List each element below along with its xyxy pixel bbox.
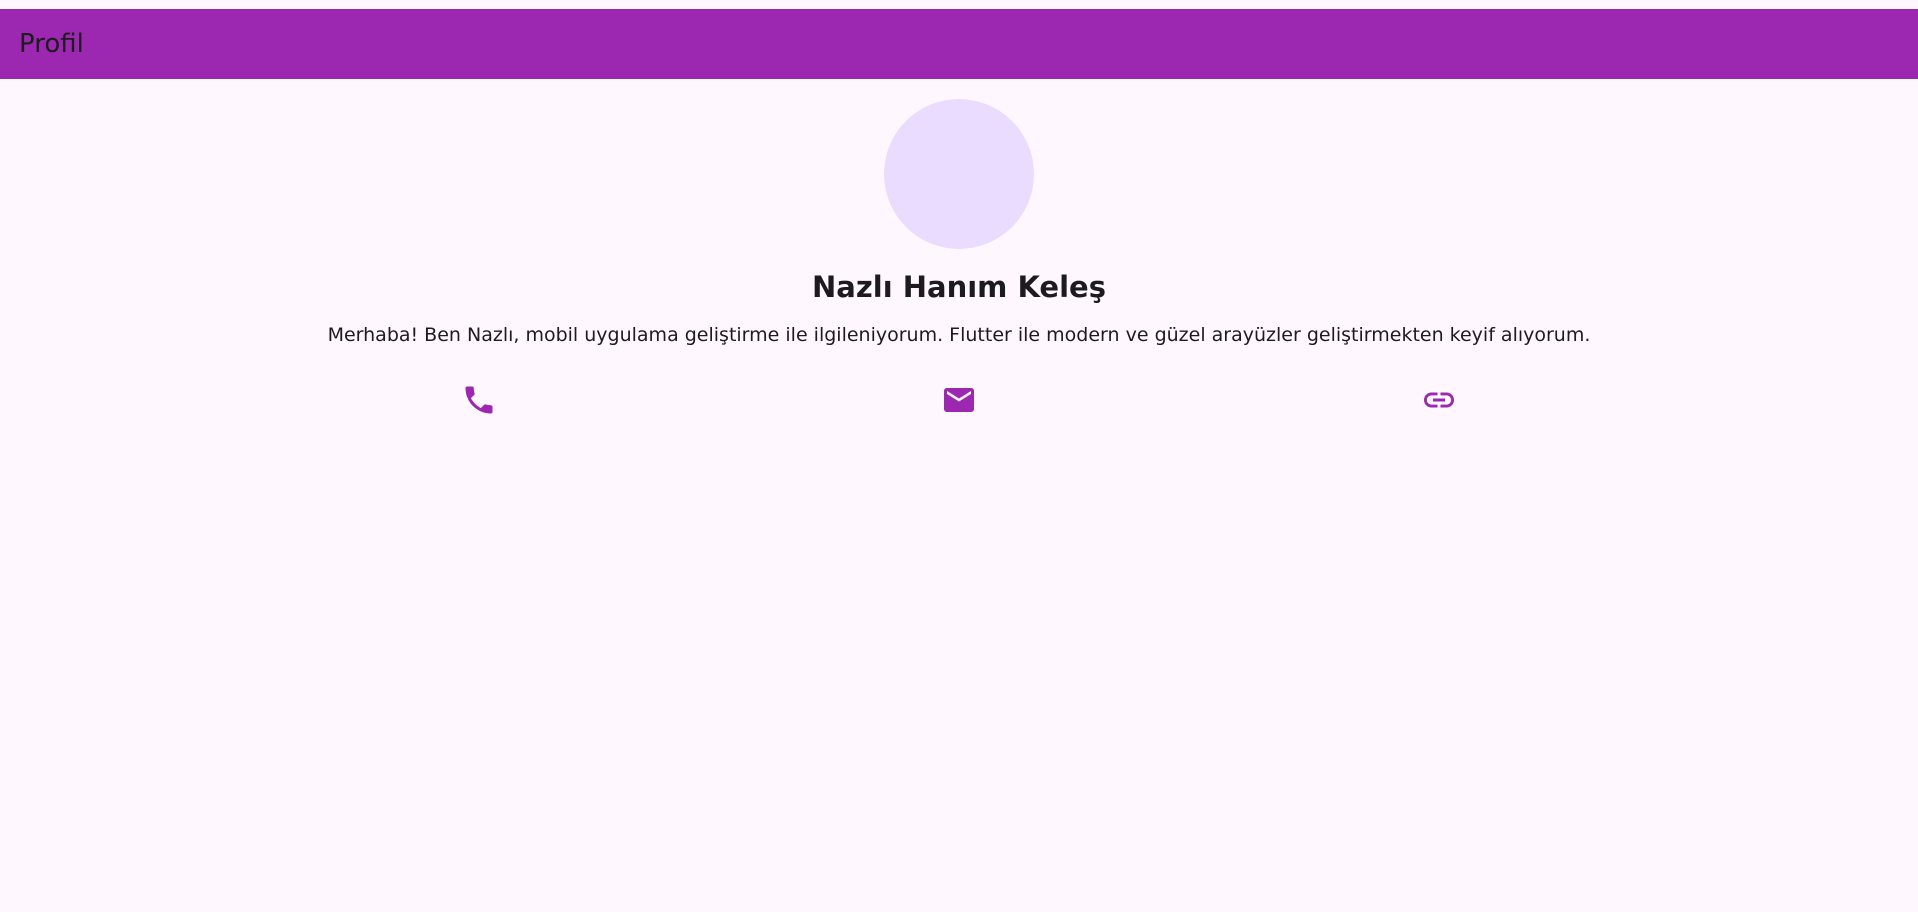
avatar	[884, 99, 1034, 249]
profile-bio: Merhaba! Ben Nazlı, mobil uygulama geliş…	[327, 324, 1591, 346]
contact-actions	[0, 380, 1918, 420]
email-icon	[941, 382, 977, 418]
link-icon	[1421, 382, 1457, 418]
page-title: Profil	[19, 29, 84, 59]
status-strip	[0, 0, 1918, 9]
profile-name: Nazlı Hanım Keleş	[812, 270, 1106, 304]
app-bar: Profil	[0, 9, 1918, 79]
link-button[interactable]	[1419, 380, 1459, 420]
phone-button[interactable]	[459, 380, 499, 420]
email-button[interactable]	[939, 380, 979, 420]
phone-icon	[461, 382, 497, 418]
